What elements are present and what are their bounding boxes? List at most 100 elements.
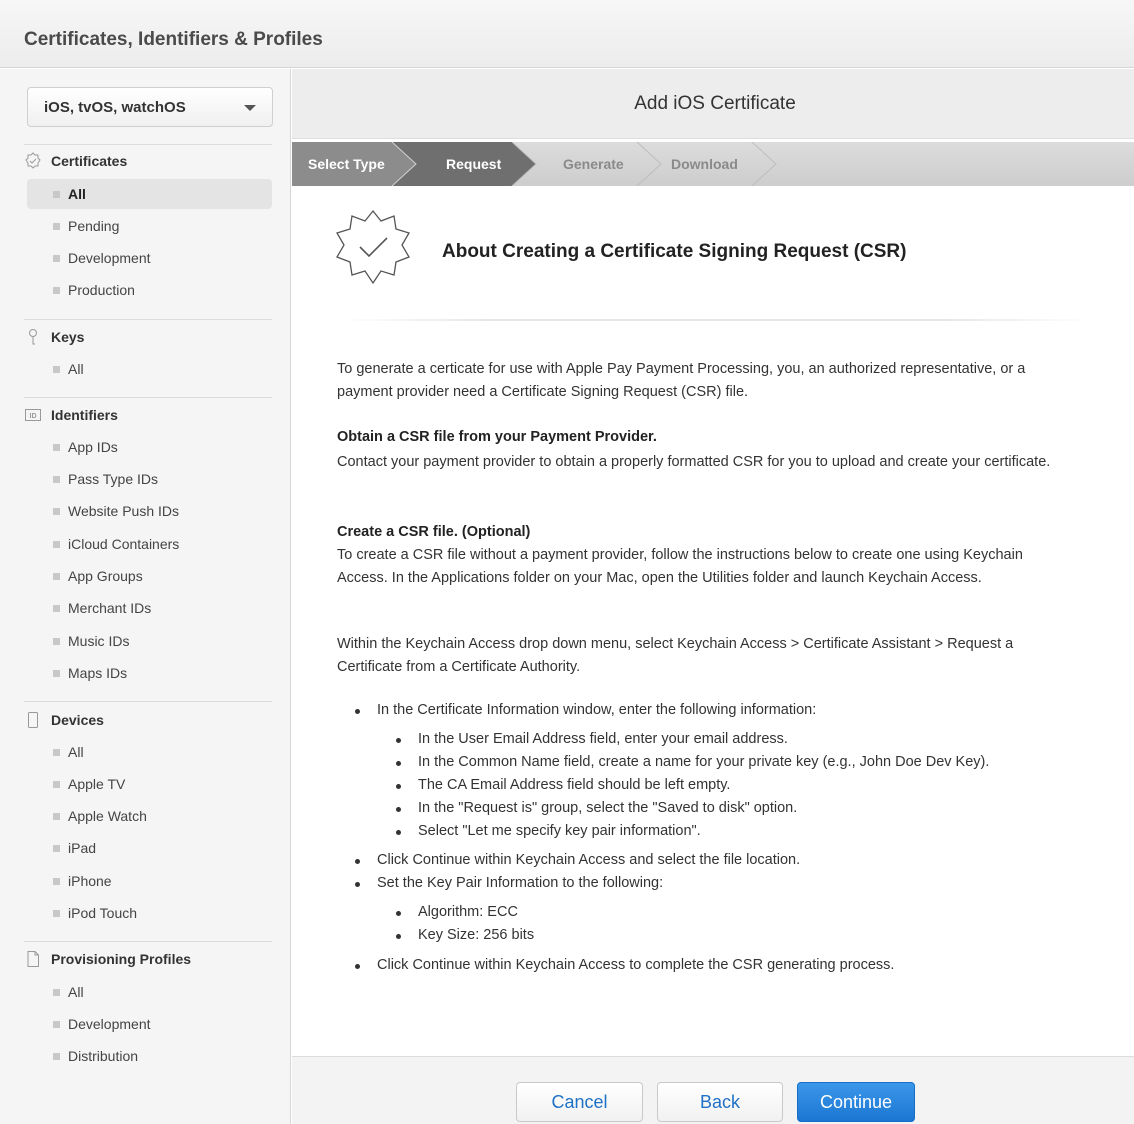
sidebar-item-label: Music IDs xyxy=(68,633,130,649)
bullet-icon xyxy=(53,813,60,820)
within-text: Within the Keychain Access drop down men… xyxy=(337,636,1014,675)
step-label: Download xyxy=(671,156,738,172)
bullet-icon xyxy=(53,910,60,917)
sidebar-section-identifiers: ID Identifiers xyxy=(24,405,274,429)
back-button[interactable]: Back xyxy=(657,1082,783,1122)
bullet-icon xyxy=(53,989,60,996)
sidebar-divider xyxy=(24,144,272,145)
sidebar-item-apple-watch[interactable]: Apple Watch xyxy=(27,801,272,831)
list-item: In the Common Name field, create a name … xyxy=(395,754,990,770)
bullet-icon xyxy=(53,845,60,852)
platform-select[interactable]: iOS, tvOS, watchOS xyxy=(27,87,273,127)
list-item: Algorithm: ECC xyxy=(396,904,518,920)
sidebar-item-label: Pending xyxy=(68,218,120,234)
sidebar-item-iphone[interactable]: iPhone xyxy=(27,866,272,896)
list-item: Select "Let me specify key pair informat… xyxy=(396,823,701,839)
bullet-icon xyxy=(53,541,60,548)
sidebar-item-label: Website Push IDs xyxy=(68,503,180,519)
platform-select-value: iOS, tvOS, watchOS xyxy=(44,99,186,116)
bullet-icon xyxy=(53,878,60,885)
sidebar-item-label: iPhone xyxy=(68,873,112,889)
sidebar-item-label: All xyxy=(68,984,84,1000)
sidebar-item-label: iPad xyxy=(68,840,97,856)
bullet-icon xyxy=(53,638,60,645)
obtain-heading: Obtain a CSR file from your Payment Prov… xyxy=(337,429,657,445)
step-label: Select Type xyxy=(308,156,385,172)
bullet-icon xyxy=(53,476,60,483)
sidebar-item-ipod-touch[interactable]: iPod Touch xyxy=(27,898,272,928)
step-progress: Select Type Request Generate Download xyxy=(292,142,1134,186)
sidebar-item-apple-tv[interactable]: Apple TV xyxy=(27,769,272,799)
sidebar-item-website-push-ids[interactable]: Website Push IDs xyxy=(27,496,272,526)
certificate-seal-icon xyxy=(336,209,410,285)
intro-text: To generate a certicate for use with App… xyxy=(337,361,1026,400)
sidebar-item-maps-ids[interactable]: Maps IDs xyxy=(27,658,272,688)
bullet-icon xyxy=(53,366,60,373)
sidebar-divider xyxy=(24,701,272,702)
sidebar-item-label: Apple Watch xyxy=(68,808,147,824)
sidebar-item-label: iCloud Containers xyxy=(68,536,180,552)
app-title: Certificates, Identifiers & Profiles xyxy=(24,29,323,50)
cancel-button[interactable]: Cancel xyxy=(516,1082,643,1122)
sidebar-item-pass-type-ids[interactable]: Pass Type IDs xyxy=(27,464,272,494)
sidebar-divider xyxy=(24,397,272,398)
bullet-icon xyxy=(53,1053,60,1060)
bullet-icon xyxy=(53,670,60,677)
sidebar-item-production[interactable]: Production xyxy=(27,275,272,305)
sidebar-item-merchant-ids[interactable]: Merchant IDs xyxy=(27,593,272,623)
bullet-icon xyxy=(53,255,60,262)
sidebar-item-label: Distribution xyxy=(68,1048,139,1064)
bullet-icon xyxy=(53,287,60,294)
certificate-icon xyxy=(25,152,41,169)
sidebar-item-label: Maps IDs xyxy=(68,665,128,681)
sidebar-item-profiles-all[interactable]: All xyxy=(27,977,272,1007)
sidebar-section-title: Certificates xyxy=(51,153,128,169)
sidebar-section-certificates: Certificates xyxy=(24,151,274,175)
sidebar-section-title: Identifiers xyxy=(51,407,118,423)
main-panel: Add iOS Certificate Select Type Request … xyxy=(292,69,1134,1124)
list-item: In the User Email Address field, enter y… xyxy=(396,731,788,747)
id-icon: ID xyxy=(25,409,41,421)
sidebar-item-label: Development xyxy=(68,250,151,266)
sidebar-item-label: Pass Type IDs xyxy=(68,471,159,487)
sidebar-item-app-groups[interactable]: App Groups xyxy=(27,561,272,591)
sidebar-item-development[interactable]: Development xyxy=(27,243,272,273)
sidebar-item-music-ids[interactable]: Music IDs xyxy=(27,626,272,656)
key-icon xyxy=(29,329,37,345)
sidebar-item-profiles-distribution[interactable]: Distribution xyxy=(27,1041,272,1071)
sidebar-item-label: All xyxy=(68,186,86,202)
sidebar-item-label: Production xyxy=(68,282,135,298)
sidebar-item-label: All xyxy=(68,361,84,377)
sidebar-divider xyxy=(24,319,272,320)
sidebar: iOS, tvOS, watchOS Certificates All Pend… xyxy=(0,69,291,1124)
sidebar-section-devices: Devices xyxy=(24,710,274,734)
bullet-icon xyxy=(53,508,60,515)
sidebar-section-title: Keys xyxy=(51,329,85,345)
sidebar-item-icloud-containers[interactable]: iCloud Containers xyxy=(27,529,272,559)
footer-bar: Cancel Back Continue xyxy=(292,1056,1134,1124)
chevron-down-icon xyxy=(244,105,256,111)
list-item: Set the Key Pair Information to the foll… xyxy=(354,875,664,891)
bullet-icon xyxy=(53,749,60,756)
list-item: In the Certificate Information window, e… xyxy=(354,702,817,718)
sidebar-item-label: iPod Touch xyxy=(68,905,138,921)
create-heading: Create a CSR file. (Optional) xyxy=(337,524,531,540)
sidebar-item-ipad[interactable]: iPad xyxy=(27,833,272,863)
sidebar-item-keys-all[interactable]: All xyxy=(27,354,272,384)
sidebar-item-label: App IDs xyxy=(68,439,118,455)
sidebar-item-profiles-development[interactable]: Development xyxy=(27,1009,272,1039)
sidebar-section-title: Devices xyxy=(51,712,104,728)
step-label: Generate xyxy=(563,156,624,172)
list-item: Click Continue within Keychain Access an… xyxy=(354,852,801,868)
sidebar-item-devices-all[interactable]: All xyxy=(27,737,272,767)
sidebar-item-certificates-all[interactable]: All xyxy=(27,179,272,209)
sidebar-item-pending[interactable]: Pending xyxy=(27,211,272,241)
sidebar-item-app-ids[interactable]: App IDs xyxy=(27,432,272,462)
content-divider xyxy=(342,319,1092,321)
continue-button[interactable]: Continue xyxy=(797,1082,915,1122)
sidebar-section-keys: Keys xyxy=(24,327,274,351)
bullet-icon xyxy=(53,223,60,230)
top-bar: Certificates, Identifiers & Profiles xyxy=(0,0,1134,68)
device-icon xyxy=(28,712,38,728)
sidebar-section-title: Provisioning Profiles xyxy=(51,951,192,967)
